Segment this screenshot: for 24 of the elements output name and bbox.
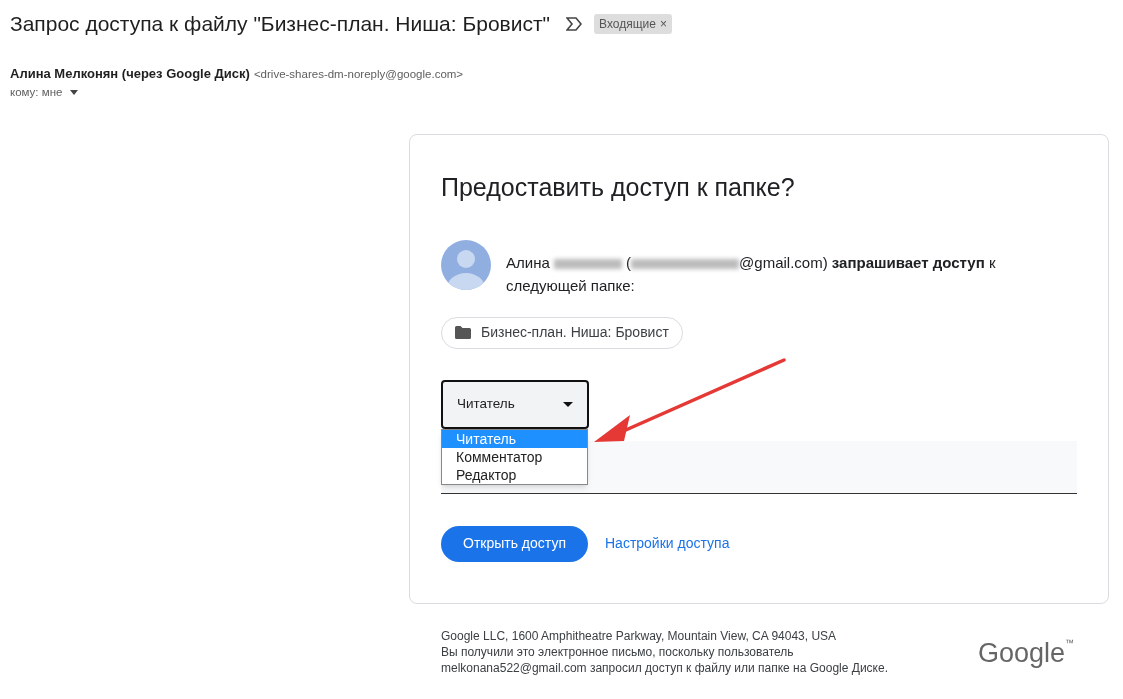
label-text: Входящие [599, 15, 656, 33]
footer-text: Google LLC, 1600 Amphitheatre Parkway, Mountain View, CA 94043, USA [441, 628, 838, 645]
role-option[interactable]: Редактор [442, 465, 587, 484]
access-settings-link[interactable]: Настройки доступа [605, 533, 730, 555]
card-title: Предоставить доступ к папке? [441, 172, 796, 204]
role-option[interactable]: Комментатор [442, 447, 587, 466]
avatar-icon [441, 239, 491, 290]
important-marker-icon[interactable] [566, 16, 583, 31]
role-select[interactable]: Читатель [441, 379, 589, 429]
folder-name: Бизнес-план. Ниша: Бровист [481, 323, 669, 343]
request-message: Алина ( @gmail.com) запрашивает доступ к следующей папке: [506, 252, 997, 296]
role-value: Читатель [457, 395, 515, 414]
footer-text: Вы получили это электронное письмо, поскольку пользователь [441, 644, 795, 661]
google-logo: Google™ [977, 637, 1074, 671]
share-button[interactable]: Открыть доступ [441, 525, 588, 562]
footer-text: melkonana522@gmail.com запросил доступ к файлу или папке на Google Диске. [441, 660, 888, 677]
folder-icon [455, 326, 471, 340]
sender-name: Алина Мелконян (через Google Диск) [10, 64, 250, 83]
dropdown-caret-icon[interactable] [70, 90, 79, 96]
email-subject: Запрос доступа к файлу "Бизнес-план. Ниша: Бровист" [10, 11, 551, 37]
remove-label-icon[interactable]: × [659, 14, 667, 33]
dropdown-caret-icon [563, 401, 573, 407]
sender-address: <drive-shares-dm-noreply@google.com> [253, 66, 464, 82]
recipient-text: кому: мне [10, 85, 63, 100]
